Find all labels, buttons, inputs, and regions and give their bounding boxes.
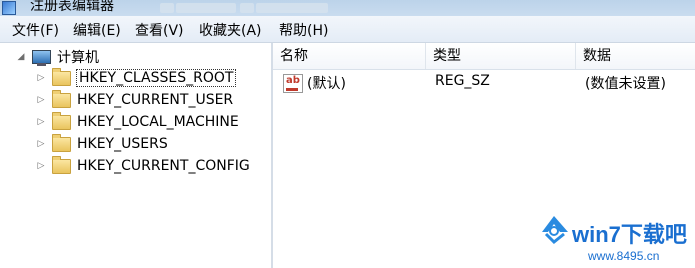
background-tab-icon xyxy=(160,3,174,13)
tree-item-label: HKEY_LOCAL_MACHINE xyxy=(77,114,239,130)
expand-triangle-icon[interactable]: ▷ xyxy=(36,139,46,149)
value-type: REG_SZ xyxy=(435,73,490,89)
menu-favorites[interactable]: 收藏夹(A) xyxy=(199,20,262,40)
registry-tree[interactable]: ◢ 计算机 ▷ HKEY_CLASSES_ROOT ▷ HKEY_CURRENT… xyxy=(0,43,273,268)
watermark-brand: win7下载吧 xyxy=(572,222,687,247)
background-tab xyxy=(176,3,236,13)
expand-triangle-icon[interactable]: ▷ xyxy=(36,73,46,83)
tree-item-label: 计算机 xyxy=(57,50,99,66)
folder-icon xyxy=(52,67,71,86)
tree-item-label: HKEY_USERS xyxy=(77,136,168,152)
tree-item-hkey-current-config[interactable]: ▷ HKEY_CURRENT_CONFIG xyxy=(36,155,250,177)
value-name: (默认) xyxy=(307,76,346,92)
title-bar: 注册表编辑器 xyxy=(0,0,695,16)
folder-icon xyxy=(52,133,71,152)
tree-item-hkey-users[interactable]: ▷ HKEY_USERS xyxy=(36,133,168,155)
menu-help[interactable]: 帮助(H) xyxy=(279,20,328,40)
tree-item-computer[interactable]: ◢ 计算机 xyxy=(16,46,99,68)
header-divider xyxy=(273,69,695,70)
background-tab-icon xyxy=(240,3,254,13)
computer-icon xyxy=(32,50,51,66)
tree-item-label: HKEY_CURRENT_USER xyxy=(77,92,234,108)
folder-icon xyxy=(52,89,71,108)
watermark-url: www.8495.cn xyxy=(588,249,660,263)
string-value-icon: ab xyxy=(283,73,303,93)
collapse-triangle-icon[interactable]: ◢ xyxy=(16,52,26,62)
regedit-app-icon xyxy=(2,1,16,15)
menu-edit[interactable]: 编辑(E) xyxy=(73,20,121,40)
folder-icon xyxy=(52,155,71,174)
value-data: (数值未设置) xyxy=(585,76,666,92)
site-watermark: win7下载吧 www.8495.cn xyxy=(538,207,695,268)
menu-file[interactable]: 文件(F) xyxy=(12,20,59,40)
tree-item-label: HKEY_CLASSES_ROOT xyxy=(75,69,237,87)
watermark-logo-icon xyxy=(542,216,568,245)
column-header-data[interactable]: 数据 xyxy=(576,43,695,69)
tree-item-hkey-classes-root[interactable]: ▷ HKEY_CLASSES_ROOT xyxy=(36,67,237,89)
menu-bar: 文件(F) 编辑(E) 查看(V) 收藏夹(A) 帮助(H) xyxy=(0,16,695,43)
value-row-name[interactable]: ab (默认) xyxy=(283,73,346,93)
tree-item-hkey-local-machine[interactable]: ▷ HKEY_LOCAL_MACHINE xyxy=(36,111,239,133)
column-header-type[interactable]: 类型 xyxy=(426,43,576,69)
tree-item-hkey-current-user[interactable]: ▷ HKEY_CURRENT_USER xyxy=(36,89,233,111)
column-header-name[interactable]: 名称 xyxy=(273,43,426,69)
expand-triangle-icon[interactable]: ▷ xyxy=(36,117,46,127)
window-title: 注册表编辑器 xyxy=(30,0,114,14)
expand-triangle-icon[interactable]: ▷ xyxy=(36,161,46,171)
folder-icon xyxy=(52,111,71,130)
background-tab xyxy=(256,3,328,13)
tree-item-label: HKEY_CURRENT_CONFIG xyxy=(77,158,250,174)
expand-triangle-icon[interactable]: ▷ xyxy=(36,95,46,105)
menu-view[interactable]: 查看(V) xyxy=(135,20,184,40)
